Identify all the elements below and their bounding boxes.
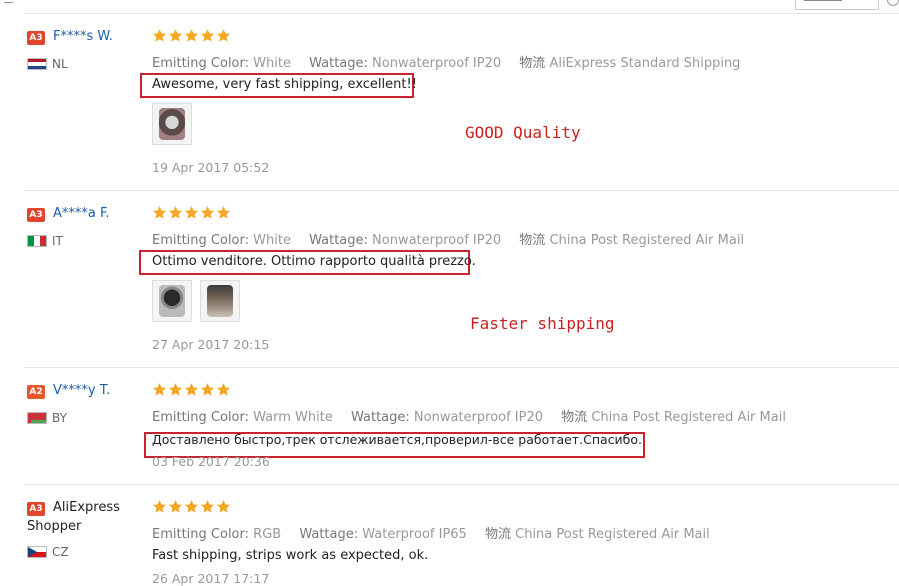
wattage-value: Waterproof IP65 [362,527,467,542]
buyer-name-line2: Shopper [27,519,82,534]
order-attributes: Emitting Color: White Wattage: Nonwaterp… [152,52,740,71]
logistics-value: China Post Registered Air Mail [515,527,710,542]
star-icon [184,206,199,219]
flag-by-icon [27,412,47,424]
review-date: 26 Apr 2017 17:17 [152,571,270,586]
buyer-name: AliExpress [53,500,120,515]
wattage-label: Wattage: [309,233,368,248]
feedback-text: Awesome, very fast shipping, excellent!! [152,77,417,92]
review-divider [24,484,899,485]
order-attributes: Emitting Color: White Wattage: Nonwaterp… [152,229,744,248]
star-icon [200,500,215,513]
star-rating [152,499,231,515]
review-photo-thumbnail[interactable] [152,280,192,322]
buyer-country: BY [52,411,67,425]
logistics-value: China Post Registered Air Mail [549,233,745,248]
logistics-value: AliExpress Standard Shipping [549,56,741,71]
logistics-value: China Post Registered Air Mail [591,410,786,425]
help-icon[interactable] [887,0,899,6]
wattage-value: Nonwaterproof IP20 [413,410,544,425]
star-icon [168,383,183,396]
emitting-color-value: White [253,233,291,248]
feedback-text: Ottimo venditore. Ottimo rapporto qualit… [152,254,476,269]
feedback-text: Доставлено быстро,трек отслеживается,про… [152,432,643,447]
star-icon [200,206,215,219]
star-rating [152,205,231,221]
wattage-label: Wattage: [351,410,410,425]
logistics-label: 物流 [484,527,511,542]
annotation-text: Faster shipping [470,314,615,333]
star-icon [216,500,231,513]
emitting-color-label: Emitting Color: [152,527,250,542]
star-icon [184,500,199,513]
star-icon [200,29,215,42]
wattage-label: Wattage: [299,527,359,542]
review-photo-thumbnail[interactable] [200,280,240,322]
star-icon [168,500,183,513]
buyer-country: CZ [52,545,69,559]
star-icon [168,206,183,219]
flag-it-icon [27,235,47,247]
top-divider [24,13,899,14]
sort-dropdown[interactable] [795,0,879,10]
buyer-name[interactable]: F****s W. [53,29,113,45]
flag-cz-icon [27,546,47,558]
wattage-value: Nonwaterproof IP20 [372,233,502,248]
logistics-label: 物流 [519,56,546,71]
top-toolbar [0,0,899,14]
review-divider [24,190,899,191]
flag-triangle [28,547,37,557]
buyer-level-badge: A3 [27,208,45,222]
review-date: 27 Apr 2017 20:15 [152,337,270,352]
logistics-label: 物流 [561,410,588,425]
star-icon [200,383,215,396]
annotation-text: GOOD Quality [465,123,581,142]
review-photo-thumbnail[interactable] [152,103,192,145]
emitting-color-label: Emitting Color: [152,410,250,425]
star-icon [152,383,167,396]
order-attributes: Emitting Color: RGB Wattage: Waterproof … [152,523,710,542]
star-icon [152,206,167,219]
order-attributes: Emitting Color: Warm White Wattage: Nonw… [152,406,786,425]
emitting-color-value: White [253,56,291,71]
buyer-name[interactable]: A****a F. [53,206,110,222]
emitting-color-label: Emitting Color: [152,233,250,248]
star-icon [216,206,231,219]
star-rating [152,28,231,44]
buyer-country: IT [52,234,63,248]
emitting-color-value: Warm White [253,410,333,425]
wattage-label: Wattage: [309,56,368,71]
star-icon [184,29,199,42]
buyer-level-badge: A3 [27,31,45,45]
star-icon [152,500,167,513]
feedback-text: Fast shipping, strips work as expected, … [152,548,429,563]
buyer-level-badge: A2 [27,385,45,399]
star-icon [168,29,183,42]
flag-nl-icon [27,58,47,70]
logistics-label: 物流 [519,233,546,248]
review-divider [24,367,899,368]
select-all-checkbox[interactable] [4,0,13,3]
review-date: 19 Apr 2017 05:52 [152,160,270,175]
emitting-color-label: Emitting Color: [152,56,250,71]
wattage-value: Nonwaterproof IP20 [372,56,502,71]
star-icon [184,383,199,396]
emitting-color-value: RGB [253,527,282,542]
star-icon [152,29,167,42]
star-rating [152,382,231,398]
buyer-name[interactable]: V****y T. [53,383,110,399]
review-date: 03 Feb 2017 20:36 [152,454,270,469]
buyer-country: NL [52,57,68,71]
star-icon [216,383,231,396]
buyer-level-badge: A3 [27,502,45,516]
star-icon [216,29,231,42]
